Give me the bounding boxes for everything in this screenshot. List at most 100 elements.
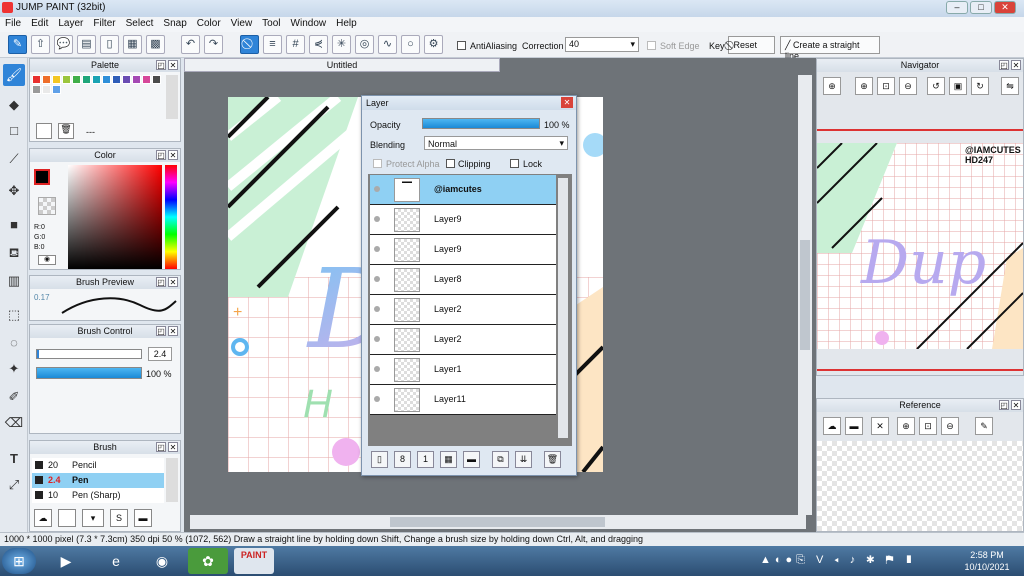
start-button[interactable]: ⊞ (2, 548, 36, 574)
layer-row[interactable]: Layer9 (370, 205, 556, 235)
visibility-icon[interactable] (374, 276, 380, 282)
close-icon[interactable]: ✕ (168, 150, 178, 160)
palette-swatch[interactable] (82, 75, 91, 84)
hue-slider[interactable] (165, 165, 177, 269)
chrome-icon[interactable]: ◉ (142, 548, 182, 574)
open-folder-icon[interactable]: ▬ (845, 417, 863, 435)
new-layer-icon[interactable]: ▯ (371, 451, 388, 468)
trash-icon[interactable]: 🗑 (58, 123, 74, 139)
ie-icon[interactable]: e (96, 548, 136, 574)
navigator-preview[interactable]: Dup @IAMCUTES HD247 (817, 143, 1023, 349)
brush-item[interactable]: 10 Pen (Sharp) (32, 488, 164, 503)
close-reference-icon[interactable]: ✕ (871, 417, 889, 435)
select-eraser-tool-icon[interactable]: ⌫ (3, 412, 25, 434)
menu-snap[interactable]: Snap (158, 17, 191, 30)
radial-ruler-icon[interactable]: ✳ (332, 35, 351, 54)
zoom-in-icon[interactable]: ⊕ (897, 417, 915, 435)
zoom-in-icon[interactable]: ⊕ (823, 77, 841, 95)
palette-swatch[interactable] (62, 75, 71, 84)
close-icon[interactable]: ✕ (168, 60, 178, 70)
duplicate-layer-icon[interactable]: ⧉ (492, 451, 509, 468)
palette-swatch[interactable] (32, 85, 41, 94)
curve-ruler-icon[interactable]: ∿ (378, 35, 397, 54)
redo-icon[interactable]: ↷ (204, 35, 223, 54)
export-icon[interactable]: ⇧ (31, 35, 50, 54)
brush-opacity-slider[interactable] (36, 367, 142, 379)
eyedropper-icon[interactable]: ✎ (975, 417, 993, 435)
concentric-ruler-icon[interactable]: ◎ (355, 35, 374, 54)
eraser-tool-icon[interactable]: ◆ (3, 94, 25, 116)
visibility-icon[interactable] (374, 366, 380, 372)
layer-row[interactable]: Layer1 (370, 355, 556, 385)
menu-view[interactable]: View (226, 17, 258, 30)
detach-icon[interactable]: ◰ (156, 442, 166, 452)
palette-swatch[interactable] (152, 75, 161, 84)
palette-scrollbar[interactable] (166, 75, 178, 119)
brush-size-slider[interactable] (36, 349, 142, 359)
rect-select-tool-icon[interactable]: □ (3, 120, 25, 142)
palette-swatch[interactable] (142, 75, 151, 84)
brush-item-selected[interactable]: 2.4 Pen (32, 473, 164, 488)
blending-select[interactable]: Normal ▾ (424, 136, 568, 150)
new-halftone-layer-icon[interactable]: ▦ (440, 451, 457, 468)
clock[interactable]: 2:58 PM 10/10/2021 (962, 549, 1012, 573)
palette-swatch[interactable] (32, 75, 41, 84)
menu-filter[interactable]: Filter (88, 17, 120, 30)
transparent-color-swatch[interactable] (38, 197, 56, 215)
no-ruler-icon[interactable]: ⃠ (240, 35, 259, 54)
palette-swatch[interactable] (52, 85, 61, 94)
brush-menu-icon[interactable]: ▾ (82, 509, 104, 527)
bucket-tool-icon[interactable]: ⛾ (3, 242, 25, 264)
swatch-grid[interactable] (32, 75, 164, 115)
parallel-ruler-icon[interactable]: ≡ (263, 35, 282, 54)
brush-folder-icon[interactable]: ▬ (134, 509, 152, 527)
canvas-horizontal-scrollbar[interactable] (190, 515, 806, 529)
jump-paint-taskbar-button[interactable]: PAINT (234, 548, 274, 574)
create-straight-line-button[interactable]: ╱ Create a straight line (780, 36, 880, 61)
upload-icon[interactable]: ☁ (823, 417, 841, 435)
rotate-right-icon[interactable]: ↻ (971, 77, 989, 95)
move-tool-icon[interactable]: ✥ (3, 180, 25, 202)
visibility-icon[interactable] (374, 186, 380, 192)
tray-icons[interactable]: ▲◐●⎘ V ◂ ♪ ✱ ⚑ ▮ (760, 554, 917, 567)
speech-bubble-icon[interactable]: 💬 (54, 35, 73, 54)
document-tab[interactable]: Untitled (184, 58, 500, 72)
close-button[interactable]: ✕ (994, 1, 1016, 14)
layer-opacity-slider[interactable] (422, 118, 540, 129)
gradient-tool-icon[interactable]: ▥ (3, 270, 25, 292)
protect-alpha-checkbox[interactable] (373, 159, 382, 168)
merge-layer-icon[interactable]: ⇊ (515, 451, 532, 468)
detach-icon[interactable]: ◰ (156, 60, 166, 70)
pen-mode-icon[interactable]: ✎ (8, 35, 27, 54)
palette-swatch[interactable] (122, 75, 131, 84)
soft-edge-checkbox[interactable] (647, 41, 656, 50)
minimize-button[interactable]: – (946, 1, 968, 14)
lasso-tool-icon[interactable]: ◌ (3, 332, 25, 354)
palette-swatch[interactable] (102, 75, 111, 84)
reset-view-icon[interactable]: ▣ (949, 77, 967, 95)
detach-icon[interactable]: ◰ (999, 60, 1009, 70)
new-brush-icon[interactable] (58, 509, 76, 527)
visibility-icon[interactable] (374, 336, 380, 342)
new-8bit-layer-icon[interactable]: 8 (394, 451, 411, 468)
menu-color[interactable]: Color (192, 17, 226, 30)
text-box-icon[interactable]: ▤ (77, 35, 96, 54)
fit-icon[interactable]: ⊡ (877, 77, 895, 95)
menu-edit[interactable]: Edit (26, 17, 53, 30)
close-icon[interactable]: ✕ (1011, 400, 1021, 410)
menu-help[interactable]: Help (331, 17, 362, 30)
visibility-icon[interactable] (374, 396, 380, 402)
line-tool-icon[interactable]: ⟋ (3, 148, 25, 170)
menu-tool[interactable]: Tool (257, 17, 285, 30)
reference-preview[interactable] (817, 441, 1023, 531)
select-pen-tool-icon[interactable]: ✐ (3, 386, 25, 408)
brush-settings-icon[interactable]: S (110, 509, 128, 527)
close-icon[interactable]: ✕ (168, 277, 178, 287)
layer-row-selected[interactable]: ▬▬ @iamcutes (370, 175, 556, 205)
saturation-value-picker[interactable] (68, 165, 162, 269)
brush-item[interactable]: 20 Pencil (32, 458, 164, 473)
upload-brush-icon[interactable]: ☁ (34, 509, 52, 527)
close-icon[interactable]: ✕ (168, 326, 178, 336)
layer-row[interactable]: Layer2 (370, 295, 556, 325)
palette-swatch[interactable] (72, 75, 81, 84)
